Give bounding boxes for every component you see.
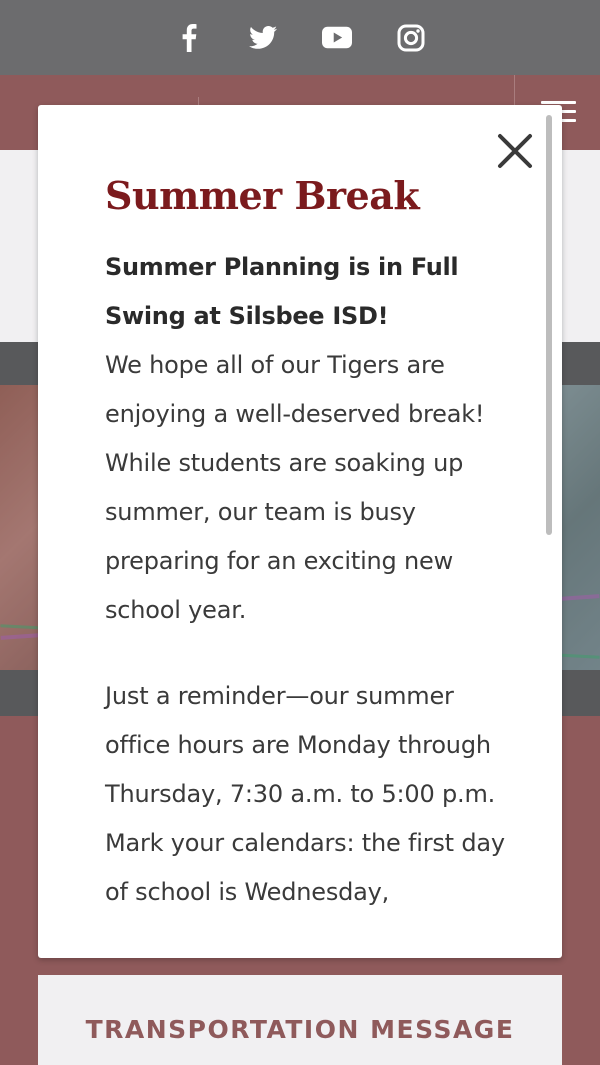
- facebook-icon[interactable]: [174, 23, 204, 53]
- twitter-icon[interactable]: [248, 23, 278, 53]
- modal-title: Summer Break: [105, 173, 420, 218]
- modal-subtitle: Summer Planning is in Full Swing at Sils…: [105, 253, 459, 330]
- modal-paragraph: Mark your calendars: the first day of sc…: [105, 829, 505, 906]
- summer-break-modal: Summer Break Summer Planning is in Full …: [38, 105, 562, 958]
- close-icon[interactable]: [496, 132, 534, 170]
- modal-paragraph: We hope all of our Tigers are enjoying a…: [105, 351, 485, 624]
- modal-paragraph: Just a reminder—our summer office hours …: [105, 682, 496, 808]
- modal-scrollbar[interactable]: [546, 115, 552, 535]
- transportation-title[interactable]: TRANSPORTATION MESSAGE: [86, 1015, 515, 1065]
- instagram-icon[interactable]: [396, 23, 426, 53]
- social-bar: [0, 0, 600, 75]
- youtube-icon[interactable]: [322, 23, 352, 53]
- modal-body: Summer Planning is in Full Swing at Sils…: [105, 243, 505, 917]
- transportation-card[interactable]: TRANSPORTATION MESSAGE: [38, 975, 562, 1065]
